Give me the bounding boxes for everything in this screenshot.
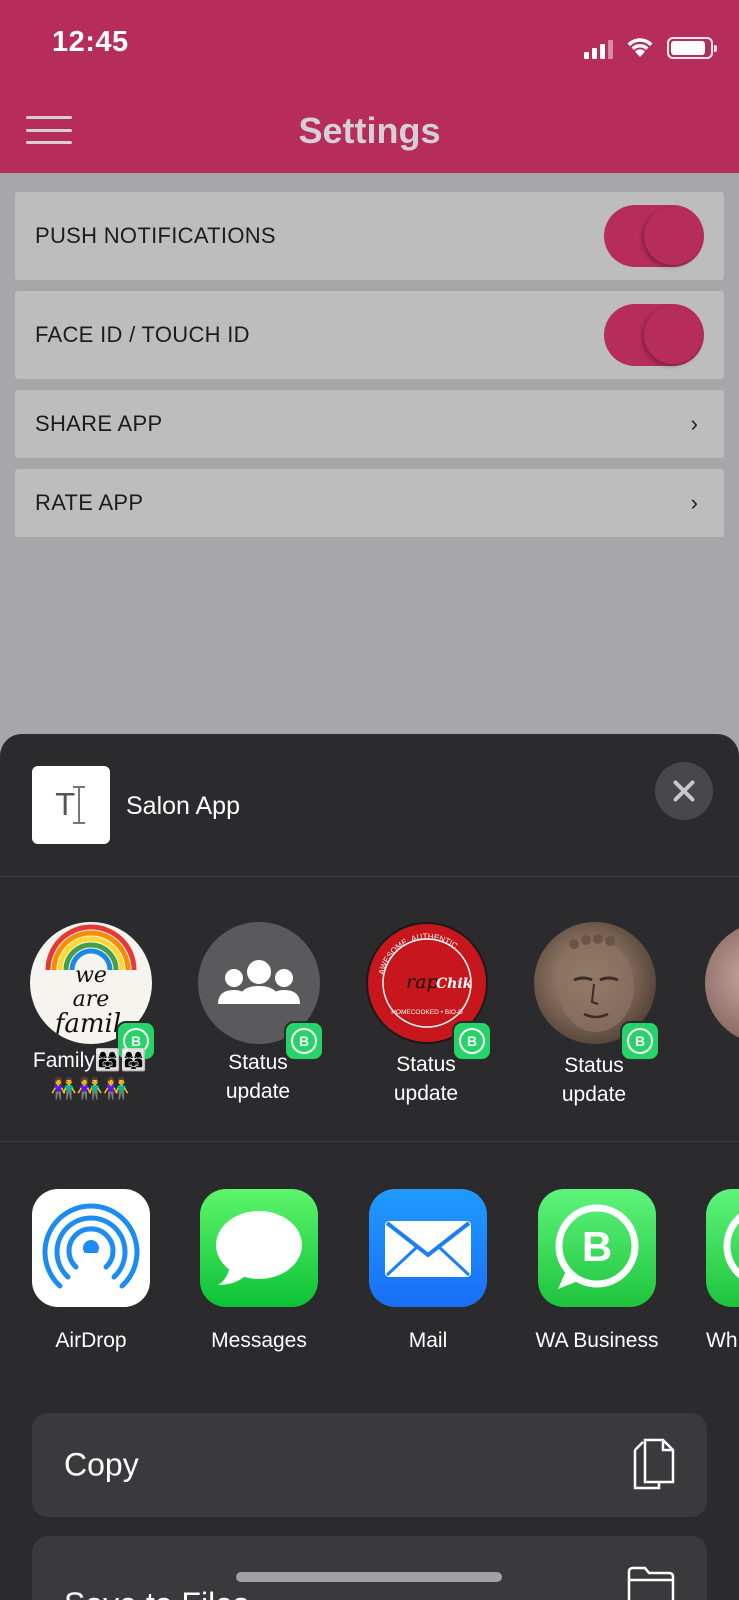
app-label: Mail [408,1329,448,1352]
app-label: AirDrop [55,1329,127,1352]
setting-row-push-notifications: PUSH NOTIFICATIONS [15,192,724,280]
share-sheet-header: T Salon App [0,734,739,877]
text-cursor-icon [73,786,85,824]
document-thumbnail: T [32,766,110,844]
airdrop-icon [32,1189,150,1307]
toggle-knob [644,306,702,364]
contact-name: Status update [393,1053,459,1105]
contact-name: Status update [225,1051,291,1103]
chevron-right-icon: › [690,490,698,515]
suggested-contacts-row: we are famil B Family👩‍👩‍👧👩‍👩‍👧 👫👫👫 [0,877,739,1142]
copy-action[interactable]: Copy [32,1413,707,1517]
save-to-files-action[interactable]: Save to Files [32,1536,707,1600]
folder-icon [627,1566,675,1600]
app-label: Messages [211,1329,307,1352]
whatsapp-icon [706,1189,739,1307]
cellular-signal-icon [584,39,613,59]
home-indicator[interactable] [236,1572,502,1582]
svg-text:we: we [75,963,107,988]
share-sheet: T Salon App we are famil B Family� [0,734,739,1600]
svg-text:famil: famil [53,1009,121,1039]
status-time: 12:45 [52,26,129,58]
wa-business-icon: B [538,1189,656,1307]
chevron-right-icon: › [690,411,698,436]
contact-name: Status update [561,1054,627,1106]
save-to-files-label: Save to Files [64,1586,249,1600]
face-id-toggle[interactable] [604,304,704,366]
svg-text:Chik: Chik [436,976,473,992]
setting-label: RATE APP [35,490,144,515]
wifi-icon [627,38,653,57]
messages-icon [200,1189,318,1307]
partial-contact-avatar[interactable] [705,922,739,1044]
app-label: Wh [706,1329,738,1352]
share-apps-row: AirDrop Messages Mail B WA Business Wh [0,1142,739,1382]
close-icon [672,779,696,803]
push-notifications-toggle[interactable] [604,205,704,267]
svg-text:rap: rap [406,971,439,993]
thumbnail-text: T [56,788,75,823]
setting-row-share-app[interactable]: SHARE APP › [15,390,724,458]
svg-text:HOMECOOKED • BIO-D: HOMECOOKED • BIO-D [391,1009,463,1016]
setting-label: FACE ID / TOUCH ID [35,322,250,347]
toggle-knob [644,207,702,265]
app-header: 12:45 Settings [0,0,739,173]
share-sheet-title: Salon App [126,792,240,820]
setting-row-face-id: FACE ID / TOUCH ID [15,291,724,379]
copy-icon [633,1438,675,1490]
page-title: Settings [298,110,441,151]
contact-name: Family👩‍👩‍👧👩‍👩‍👧 👫👫👫 [32,1049,148,1101]
setting-row-rate-app[interactable]: RATE APP › [15,469,724,537]
copy-label: Copy [64,1446,139,1483]
mail-icon [369,1189,487,1307]
setting-label: PUSH NOTIFICATIONS [35,223,276,248]
app-label: WA Business [535,1329,659,1352]
setting-label: SHARE APP [35,411,163,436]
status-icons [584,33,717,59]
svg-text:B: B [582,1223,612,1270]
close-button[interactable] [655,762,713,820]
battery-icon [667,37,717,59]
